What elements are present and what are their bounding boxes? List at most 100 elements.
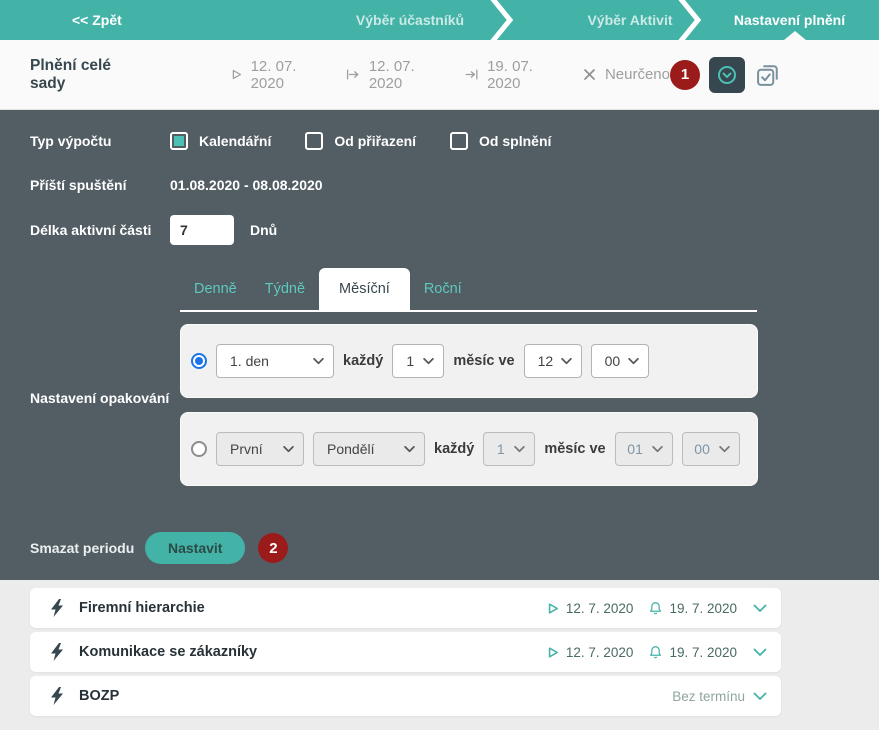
monthday-select[interactable]: 1. den [216, 344, 334, 378]
activity-start-date: 12. 7. 2020 [547, 601, 634, 616]
activity-dates: Bez termínu [672, 689, 767, 704]
delete-period-row: Smazat periodu Nastavit 2 [30, 532, 879, 564]
checkbox-kalendarni[interactable]: Kalendářní [170, 132, 271, 150]
arrow-from-bar-icon [346, 68, 359, 81]
checkbox-label: Od přiřazení [334, 133, 416, 149]
activity-row[interactable]: Firemní hierarchie 12. 7. 2020 19. 7. 20… [30, 588, 781, 628]
chevron-separator-icon [488, 0, 514, 40]
activity-row[interactable]: BOZP Bez termínu [30, 676, 781, 716]
wizard-header: << Zpět Výběr účastníků Výběr Aktivit Na… [0, 0, 879, 40]
radio-selected[interactable] [191, 353, 207, 369]
active-length-row: Délka aktivní části Dnů [30, 215, 879, 245]
wizard-back-label: << Zpět [72, 12, 122, 28]
fulfillment-settings-panel: Typ výpočtu Kalendářní Od přiřazení Od s… [0, 110, 879, 580]
active-length-input[interactable] [170, 215, 234, 245]
tab-denne[interactable]: Denně [180, 268, 251, 310]
activity-dates: 12. 7. 2020 19. 7. 2020 [547, 645, 767, 660]
weekday-select[interactable]: Pondělí [313, 432, 425, 466]
step-badge-1: 1 [670, 60, 700, 90]
lightning-icon [50, 643, 64, 661]
tab-tydne[interactable]: Týdně [251, 268, 319, 310]
chevron-down-icon [652, 446, 663, 453]
wizard-step-label: Výběr účastníků [356, 12, 464, 28]
from-date-field[interactable]: 12. 07. 2020 [346, 58, 434, 92]
period-tabs: Denně Týdně Měsíční Roční [180, 270, 757, 312]
checkbox-label: Od splnění [479, 133, 551, 149]
next-run-label: Příští spuštění [30, 177, 170, 193]
calc-type-row: Typ výpočtu Kalendářní Od přiřazení Od s… [30, 126, 879, 156]
minute-select[interactable]: 00 [682, 432, 740, 466]
activity-start-date: 12. 7. 2020 [547, 645, 634, 660]
repeat-options: 1. den každý 1 měsíc ve 12 00 [180, 324, 758, 486]
every-label: každý [434, 441, 474, 457]
lightning-icon [50, 599, 64, 617]
activity-dates: 12. 7. 2020 19. 7. 2020 [547, 601, 767, 616]
play-icon [547, 646, 559, 659]
activity-title: BOZP [79, 688, 119, 704]
minute-select[interactable]: 00 [591, 344, 649, 378]
toolbar-actions: 1 [670, 57, 782, 93]
chevron-down-icon [313, 358, 324, 365]
clock-icon [716, 64, 738, 86]
wizard-back-button[interactable]: << Zpět [72, 0, 122, 40]
chevron-down-icon [514, 446, 525, 453]
radio-unselected[interactable] [191, 441, 207, 457]
active-step-pointer [784, 31, 806, 40]
hour-select[interactable]: 01 [615, 432, 673, 466]
interval-select[interactable]: 1 [483, 432, 535, 466]
activity-reminder-date: 19. 7. 2020 [649, 601, 737, 616]
close-icon [583, 68, 596, 81]
activity-title: Firemní hierarchie [79, 600, 205, 616]
bell-icon [649, 645, 662, 659]
app: << Zpět Výběr účastníků Výběr Aktivit Na… [0, 0, 879, 730]
from-date-value: 12. 07. 2020 [369, 58, 435, 92]
active-length-unit: Dnů [250, 222, 277, 238]
activity-title: Komunikace se zákazníky [79, 644, 257, 660]
wizard-step-label: Výběr Aktivit [587, 12, 672, 28]
set-period-button[interactable]: Nastavit [145, 532, 245, 564]
copy-check-icon[interactable] [754, 61, 782, 89]
no-term-label: Bez termínu [672, 689, 745, 704]
undetermined-field[interactable]: Neurčeno [583, 66, 670, 83]
schedule-dates: 12. 07. 2020 12. 07. 2020 19. 07. 2020 N… [231, 58, 670, 92]
hour-select[interactable]: 12 [524, 344, 582, 378]
step-badge-2: 2 [258, 533, 288, 563]
calc-type-label: Typ výpočtu [30, 133, 170, 149]
interval-select[interactable]: 1 [392, 344, 444, 378]
due-date-value: 19. 07. 2020 [487, 58, 553, 92]
repeat-option-weekday: První Pondělí každý 1 měsíc ve 01 [180, 412, 758, 486]
chevron-down-icon[interactable] [753, 604, 767, 613]
chevron-down-icon[interactable] [753, 692, 767, 701]
repeat-option-monthday: 1. den každý 1 měsíc ve 12 00 [180, 324, 758, 398]
checkbox-od-prirazeni[interactable]: Od přiřazení [305, 132, 416, 150]
tab-rocni[interactable]: Roční [410, 268, 476, 310]
chevron-down-icon [719, 446, 730, 453]
chevron-separator-icon [676, 0, 702, 40]
chevron-down-icon [404, 446, 415, 453]
set-fulfillment-toolbar: Plnění celé sady 12. 07. 2020 12. 07. 20… [0, 40, 879, 110]
repeat-settings-label: Nastavení opakování [30, 324, 170, 406]
checkbox-od-splneni[interactable]: Od splnění [450, 132, 551, 150]
chevron-down-icon[interactable] [753, 648, 767, 657]
ordinal-select[interactable]: První [216, 432, 304, 466]
tab-mesicni[interactable]: Měsíční [319, 268, 410, 310]
due-date-field[interactable]: 19. 07. 2020 [465, 58, 553, 92]
start-date-value: 12. 07. 2020 [251, 58, 317, 92]
calc-type-options: Kalendářní Od přiřazení Od splnění [170, 132, 551, 150]
checkbox-unchecked-icon [450, 132, 468, 150]
lightning-icon [50, 687, 64, 705]
bell-icon [649, 601, 662, 615]
play-icon [547, 602, 559, 615]
wizard-step-participants[interactable]: Výběr účastníků [310, 0, 510, 40]
clock-button[interactable] [709, 57, 745, 93]
month-in-label: měsíc ve [453, 353, 514, 369]
chevron-down-icon [561, 358, 572, 365]
activities-list: Firemní hierarchie 12. 7. 2020 19. 7. 20… [0, 580, 879, 730]
undetermined-value: Neurčeno [605, 66, 670, 83]
start-date-field[interactable]: 12. 07. 2020 [231, 58, 317, 92]
arrow-to-bar-icon [465, 68, 478, 81]
play-icon [231, 67, 242, 82]
chevron-down-icon [283, 446, 294, 453]
activity-row[interactable]: Komunikace se zákazníky 12. 7. 2020 19. … [30, 632, 781, 672]
every-label: každý [343, 353, 383, 369]
